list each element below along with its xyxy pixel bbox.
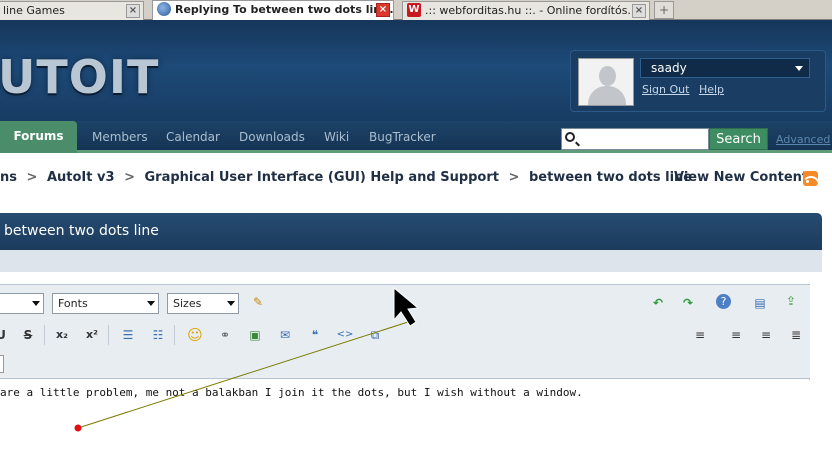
nav-wiki[interactable]: Wiki [324,130,349,144]
user-links: Sign Out Help [642,83,730,96]
redo-icon[interactable]: ↷ [679,294,697,312]
avatar-head-shape [599,66,616,86]
webforditas-favicon-icon: W [407,3,421,17]
tab-replying[interactable]: Replying To between two dots lin... × [152,0,394,20]
rss-icon[interactable] [803,171,818,186]
strikethrough-icon[interactable]: S [19,326,37,344]
code-icon[interactable]: <> [336,326,354,344]
autoit-logo[interactable]: UTOIT [0,50,159,104]
breadcrumb-separator: > [124,170,135,185]
breadcrumb-item[interactable]: ns [0,170,17,185]
help-link[interactable]: Help [699,83,724,96]
upload-icon[interactable]: ⇪ [782,292,800,310]
superscript-icon[interactable]: x² [83,326,101,344]
font-select[interactable]: Fonts [52,293,159,314]
globe-icon [157,2,171,16]
align-right-icon[interactable]: ≡ [757,326,775,344]
sign-out-link[interactable]: Sign Out [642,83,689,96]
editor-toolbar-format: U S x₂ x² ☰ ☷ ☺ ⚭ ▣ ✉ ❝ <> ⧉ ≡ ≡ ≡ ≣ [0,321,810,349]
toolbar-separator [108,325,109,345]
breadcrumb: ns > AutoIt v3 > Graphical User Interfac… [0,170,692,185]
tab-label: line Games [3,4,65,17]
post-editor: Fonts Sizes ✎ ↶ ↷ ? ▤ ⇪ U S x₂ x² ☰ ☷ ☺ … [0,284,810,464]
emoticon-icon[interactable]: ☺ [186,326,204,344]
view-new-content-link[interactable]: View New Content [674,170,808,185]
chevron-down-icon [147,301,155,306]
nav-members[interactable]: Members [92,130,148,144]
bullet-list-icon[interactable]: ☰ [119,326,137,344]
justify-icon[interactable]: ≣ [787,326,805,344]
tab-webforditas[interactable]: W .:: webforditas.hu ::. - Online fordító… [402,1,650,20]
subscript-icon[interactable]: x₂ [53,326,71,344]
new-tab-icon[interactable]: + [654,1,674,19]
nav-calendar[interactable]: Calendar [166,130,220,144]
site-header: UTOIT saady Sign Out Help [0,20,832,121]
avatar[interactable] [578,58,634,106]
size-select[interactable]: Sizes [167,293,239,314]
close-icon[interactable]: × [632,4,646,18]
editor-toolbar-top: Fonts Sizes ✎ ↶ ↷ ? ▤ ⇪ [0,285,810,321]
link-icon[interactable]: ⚭ [216,326,234,344]
post-textarea[interactable]: are a little problem, me not a balakban … [0,380,810,464]
toolbar-separator [174,325,175,345]
breadcrumb-current: between two dots line [528,170,693,185]
close-icon[interactable]: × [376,3,390,17]
nav-bugtracker[interactable]: BugTracker [369,130,436,144]
breadcrumb-separator: > [26,170,38,185]
browser-window: line Games × Replying To between two dot… [0,0,832,464]
image-icon[interactable]: ▣ [246,326,264,344]
user-menu-dropdown[interactable]: saady [640,58,810,78]
username: saady [651,61,687,75]
editor-toolbar-extra [0,349,810,379]
align-center-icon[interactable]: ≡ [727,326,745,344]
email-icon[interactable]: ✉ [276,326,294,344]
sub-bar [0,250,822,272]
quote-icon[interactable]: ❝ [306,326,324,344]
page-title: between two dots line [4,223,159,239]
advanced-search-link[interactable]: Advanced [776,133,830,146]
browser-tab-strip: line Games × Replying To between two dot… [0,0,832,20]
font-select-value: Fonts [58,297,88,310]
tab-label: .:: webforditas.hu ::. - Online fordítós… [425,4,638,17]
close-icon[interactable]: × [126,4,140,18]
breadcrumb-item[interactable]: Graphical User Interface (GUI) Help and … [145,170,500,185]
breadcrumb-item[interactable]: AutoIt v3 [47,170,115,185]
help-icon[interactable]: ? [716,294,731,309]
align-left-icon[interactable]: ≡ [691,326,709,344]
search-icon [565,132,575,142]
indent-icon[interactable] [0,355,4,373]
tab-label: Replying To between two dots lin... [175,3,394,16]
underline-icon[interactable]: U [0,326,10,344]
chevron-down-icon [227,301,235,306]
save-icon[interactable]: ▤ [751,294,769,312]
tab-online-games[interactable]: line Games × [0,1,144,20]
size-select-value: Sizes [173,297,202,310]
thread-title-bar: between two dots line [0,213,822,250]
remove-format-icon[interactable]: ✎ [249,293,267,311]
nav-forums[interactable]: Forums [0,121,77,153]
media-icon[interactable]: ⧉ [366,326,384,344]
style-select[interactable] [0,293,44,314]
toolbar-separator [44,325,45,345]
breadcrumb-separator: > [508,170,520,185]
search-input[interactable] [561,128,709,150]
undo-icon[interactable]: ↶ [649,294,667,312]
numbered-list-icon[interactable]: ☷ [149,326,167,344]
chevron-down-icon [32,301,40,306]
nav-downloads[interactable]: Downloads [239,130,305,144]
user-panel: saady Sign Out Help [570,50,826,112]
avatar-body-shape [588,86,626,105]
search-button[interactable]: Search [709,128,768,150]
chevron-down-icon [795,66,803,71]
